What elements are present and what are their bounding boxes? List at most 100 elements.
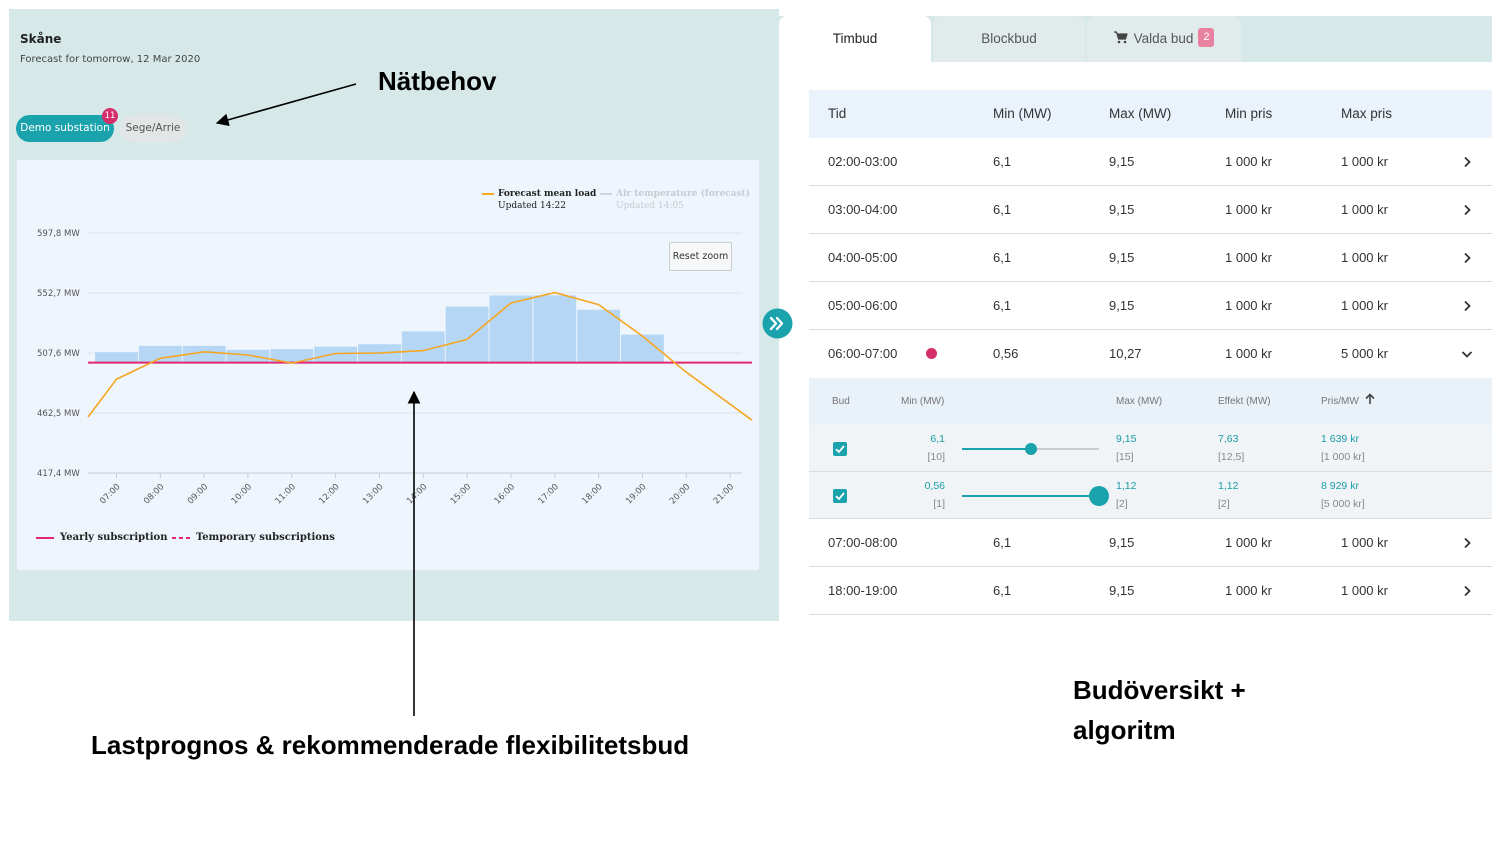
cell-max-pris: 1 000 kr bbox=[1341, 154, 1388, 169]
detail-header-pris-label: Pris/MW bbox=[1321, 396, 1359, 407]
bid-max-value: 1,12 bbox=[1116, 480, 1137, 492]
cell-max: 9,15 bbox=[1109, 202, 1135, 217]
tab-blockbud[interactable]: Blockbud bbox=[933, 16, 1085, 62]
chevron-right-icon[interactable] bbox=[1461, 537, 1473, 549]
annotation-line-2: algoritm bbox=[1073, 715, 1176, 745]
flex-need-indicator bbox=[926, 348, 937, 359]
bid-row: 0,56 [1] 1,12 [2] 1,12 [2] 8 929 kr [5 0… bbox=[809, 472, 1492, 519]
chevron-right-icon[interactable] bbox=[1461, 300, 1473, 312]
cell-min-pris: 1 000 kr bbox=[1225, 250, 1272, 265]
table-row-expanded[interactable]: 06:00-07:00 0,56 10,27 1 000 kr 5 000 kr bbox=[809, 330, 1492, 378]
detail-header-min: Min (MW) bbox=[901, 396, 945, 407]
chevron-right-icon[interactable] bbox=[1461, 252, 1473, 264]
bid-effekt-value: 7,63 bbox=[1218, 433, 1239, 445]
chevron-right-icon[interactable] bbox=[1461, 585, 1473, 597]
cell-min: 6,1 bbox=[993, 298, 1012, 313]
cell-min-pris: 1 000 kr bbox=[1225, 535, 1272, 550]
bid-max-bracket: [2] bbox=[1116, 498, 1128, 510]
bid-effekt-value: 1,12 bbox=[1218, 480, 1239, 492]
table-row[interactable]: 03:00-04:00 6,1 9,15 1 000 kr 1 000 kr bbox=[809, 186, 1492, 234]
cell-min-pris: 1 000 kr bbox=[1225, 154, 1272, 169]
tab-label: Valda bud bbox=[1133, 31, 1194, 46]
bid-price-bracket: [1 000 kr] bbox=[1321, 451, 1365, 463]
column-header-min-pris[interactable]: Min pris bbox=[1225, 90, 1272, 138]
table-row[interactable]: 04:00-05:00 6,1 9,15 1 000 kr 1 000 kr bbox=[809, 234, 1492, 282]
cell-min-pris: 1 000 kr bbox=[1225, 298, 1272, 313]
annotation-lastprognos: Lastprognos & rekommenderade flexibilite… bbox=[91, 730, 690, 760]
column-header-tid[interactable]: Tid bbox=[828, 90, 846, 138]
cell-tid: 05:00-06:00 bbox=[828, 298, 898, 313]
column-header-min[interactable]: Min (MW) bbox=[993, 90, 1051, 138]
bid-price-value: 8 929 kr bbox=[1321, 480, 1359, 492]
bid-effekt-bracket: [12,5] bbox=[1218, 451, 1245, 463]
table-header: Tid Min (MW) Max (MW) Min pris Max pris bbox=[809, 90, 1492, 138]
cell-min: 6,1 bbox=[993, 154, 1012, 169]
selected-bids-count-badge: 2 bbox=[1198, 28, 1215, 48]
cell-max: 10,27 bbox=[1109, 346, 1142, 361]
detail-header-pris[interactable]: Pris/MW bbox=[1321, 378, 1376, 425]
cell-max: 9,15 bbox=[1109, 250, 1135, 265]
slider-thumb[interactable] bbox=[1024, 443, 1037, 455]
cell-tid: 03:00-04:00 bbox=[828, 202, 898, 217]
bid-effekt-bracket: [2] bbox=[1218, 498, 1230, 510]
detail-header-bud: Bud bbox=[832, 396, 850, 407]
cell-tid: 07:00-08:00 bbox=[828, 535, 898, 550]
arrow-to-substations bbox=[215, 83, 357, 127]
column-header-max-pris[interactable]: Max pris bbox=[1341, 90, 1392, 138]
detail-header-effekt: Effekt (MW) bbox=[1218, 396, 1271, 407]
bid-min-value: 6,1 bbox=[930, 433, 945, 445]
bid-power-slider[interactable] bbox=[962, 443, 1099, 455]
checkmark-icon bbox=[835, 445, 845, 454]
cell-max-pris: 1 000 kr bbox=[1341, 202, 1388, 217]
cell-min: 6,1 bbox=[993, 535, 1012, 550]
cell-max-pris: 1 000 kr bbox=[1341, 535, 1388, 550]
cell-max-pris: 1 000 kr bbox=[1341, 583, 1388, 598]
cell-tid: 06:00-07:00 bbox=[828, 346, 898, 361]
bid-checkbox[interactable] bbox=[833, 489, 847, 503]
slider-thumb[interactable] bbox=[1089, 486, 1109, 506]
checkmark-icon bbox=[835, 492, 845, 501]
bid-row: 6,1 [10] 9,15 [15] 7,63 [12,5] 1 639 kr … bbox=[809, 425, 1492, 472]
tab-valda-bud[interactable]: Valda bud 2 bbox=[1087, 16, 1241, 62]
annotation-line-1: Budöversikt + bbox=[1073, 675, 1246, 705]
sort-ascending-icon bbox=[1365, 393, 1375, 404]
cell-max: 9,15 bbox=[1109, 154, 1135, 169]
bid-min-bracket: [10] bbox=[927, 451, 945, 463]
cell-tid: 18:00-19:00 bbox=[828, 583, 898, 598]
column-header-max[interactable]: Max (MW) bbox=[1109, 90, 1171, 138]
chevron-down-icon[interactable] bbox=[1461, 348, 1473, 360]
tab-timbud[interactable]: Timbud bbox=[779, 16, 931, 62]
cell-min-pris: 1 000 kr bbox=[1225, 346, 1272, 361]
cell-min-pris: 1 000 kr bbox=[1225, 583, 1272, 598]
bid-checkbox[interactable] bbox=[833, 442, 847, 456]
bid-min-bracket: [1] bbox=[933, 498, 945, 510]
cart-icon bbox=[1113, 31, 1128, 44]
bid-max-bracket: [15] bbox=[1116, 451, 1134, 463]
slider-fill bbox=[962, 495, 1099, 497]
bid-price-bracket: [5 000 kr] bbox=[1321, 498, 1365, 510]
cell-tid: 04:00-05:00 bbox=[828, 250, 898, 265]
annotation-budoversikt: Budöversikt + algoritm bbox=[1073, 670, 1246, 750]
cell-max-pris: 1 000 kr bbox=[1341, 298, 1388, 313]
table-row[interactable]: 05:00-06:00 6,1 9,15 1 000 kr 1 000 kr bbox=[809, 282, 1492, 330]
bid-min-value: 0,56 bbox=[924, 480, 945, 492]
chevron-right-icon[interactable] bbox=[1461, 156, 1473, 168]
slider-fill bbox=[962, 448, 1031, 450]
chevron-right-icon[interactable] bbox=[1461, 204, 1473, 216]
cell-tid: 02:00-03:00 bbox=[828, 154, 898, 169]
annotation-natbehov: Nätbehov bbox=[378, 66, 497, 96]
detail-header-max: Max (MW) bbox=[1116, 396, 1163, 407]
bid-table: Tid Min (MW) Max (MW) Min pris Max pris … bbox=[809, 90, 1492, 615]
cell-max: 9,15 bbox=[1109, 298, 1135, 313]
table-row[interactable]: 18:00-19:00 6,1 9,15 1 000 kr 1 000 kr bbox=[809, 567, 1492, 615]
cell-min: 0,56 bbox=[993, 346, 1019, 361]
bid-max-value: 9,15 bbox=[1116, 433, 1137, 445]
cell-max-pris: 5 000 kr bbox=[1341, 346, 1388, 361]
cell-min: 6,1 bbox=[993, 250, 1012, 265]
bid-power-slider[interactable] bbox=[962, 486, 1109, 506]
table-row[interactable]: 07:00-08:00 6,1 9,15 1 000 kr 1 000 kr bbox=[809, 519, 1492, 567]
cell-max: 9,15 bbox=[1109, 583, 1135, 598]
table-row[interactable]: 02:00-03:00 6,1 9,15 1 000 kr 1 000 kr bbox=[809, 138, 1492, 186]
bid-tabs: Timbud Blockbud Valda bud 2 bbox=[779, 16, 1492, 62]
cell-max-pris: 1 000 kr bbox=[1341, 250, 1388, 265]
